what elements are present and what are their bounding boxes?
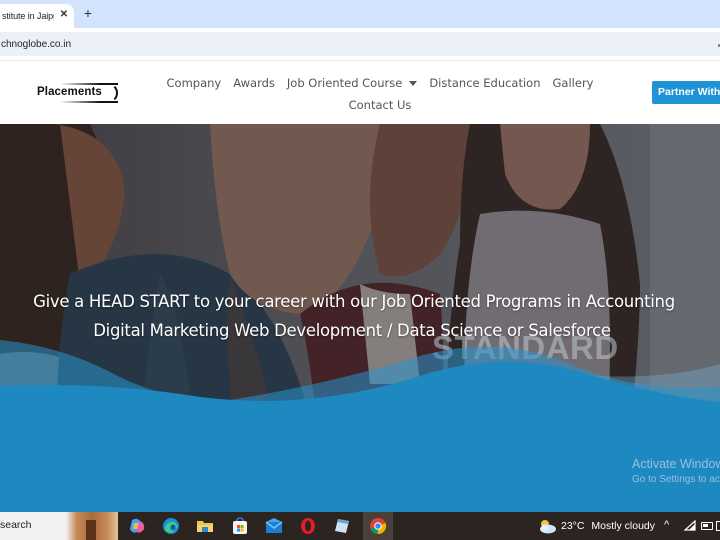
nav-job-oriented-course-label: Job Oriented Course <box>286 76 403 90</box>
opera-icon[interactable] <box>299 517 317 535</box>
weather-readout[interactable]: 23°C Mostly cloudy <box>561 520 655 532</box>
mail-icon[interactable] <box>265 517 283 535</box>
search-highlight-image <box>66 512 118 540</box>
nav-job-oriented-course[interactable]: Job Oriented Course <box>281 76 423 90</box>
nav-distance-education[interactable]: Distance Education <box>423 76 546 90</box>
battery-icon[interactable] <box>701 522 713 530</box>
hero-wave-decoration <box>0 340 720 510</box>
close-icon[interactable]: ✕ <box>58 9 70 21</box>
main-nav: Company Awards Job Oriented Course Dista… <box>140 73 620 115</box>
placements-logo[interactable]: Placements <box>30 83 118 103</box>
chrome-taskbar-button[interactable] <box>363 512 393 540</box>
microsoft-store-icon[interactable] <box>231 517 249 535</box>
search-label: search <box>0 519 32 531</box>
site-header: Placements Company Awards Job Oriented C… <box>0 60 720 124</box>
speaker-icon[interactable] <box>716 521 720 531</box>
nav-contact-us[interactable]: Contact Us <box>343 98 418 112</box>
weather-temperature: 23°C <box>561 520 585 532</box>
taskbar-search[interactable]: search <box>0 512 118 540</box>
plus-icon[interactable]: + <box>81 6 95 20</box>
weather-condition: Mostly cloudy <box>591 520 655 532</box>
chrome-icon <box>370 518 387 535</box>
logo-text: Placements <box>37 86 102 98</box>
network-icon[interactable] <box>684 520 696 531</box>
copilot-icon[interactable] <box>128 517 146 535</box>
address-bar[interactable]: chnoglobe.co.in <box>0 32 720 56</box>
activate-windows-subtitle: Go to Settings to activate Windows. <box>632 474 720 485</box>
edge-icon[interactable] <box>162 517 180 535</box>
file-explorer-icon[interactable] <box>196 517 214 535</box>
nav-awards[interactable]: Awards <box>227 76 281 90</box>
nav-gallery[interactable]: Gallery <box>547 76 600 90</box>
partly-cloudy-icon[interactable] <box>537 518 557 534</box>
activate-windows-title: Activate Windows <box>632 457 720 471</box>
nav-company[interactable]: Company <box>161 76 228 90</box>
caret-down-icon <box>409 81 418 86</box>
notepad-icon[interactable] <box>333 517 351 535</box>
partner-with-us-button[interactable]: Partner With <box>652 81 720 104</box>
browser-tab[interactable]: stitute in Jaipur ✕ <box>0 4 74 28</box>
browser-toolbar: chnoglobe.co.in <box>0 28 720 60</box>
search-art-door <box>86 520 96 540</box>
chevron-up-icon[interactable]: ^ <box>664 519 669 531</box>
url-text: chnoglobe.co.in <box>1 38 72 50</box>
tab-title: stitute in Jaipur <box>2 11 54 21</box>
windows-taskbar: search 23°C Mostly cloudy ^ <box>0 510 720 540</box>
browser-tab-strip: stitute in Jaipur ✕ + <box>0 0 720 28</box>
hero-banner: Give a HEAD START to your career with ou… <box>0 124 720 510</box>
